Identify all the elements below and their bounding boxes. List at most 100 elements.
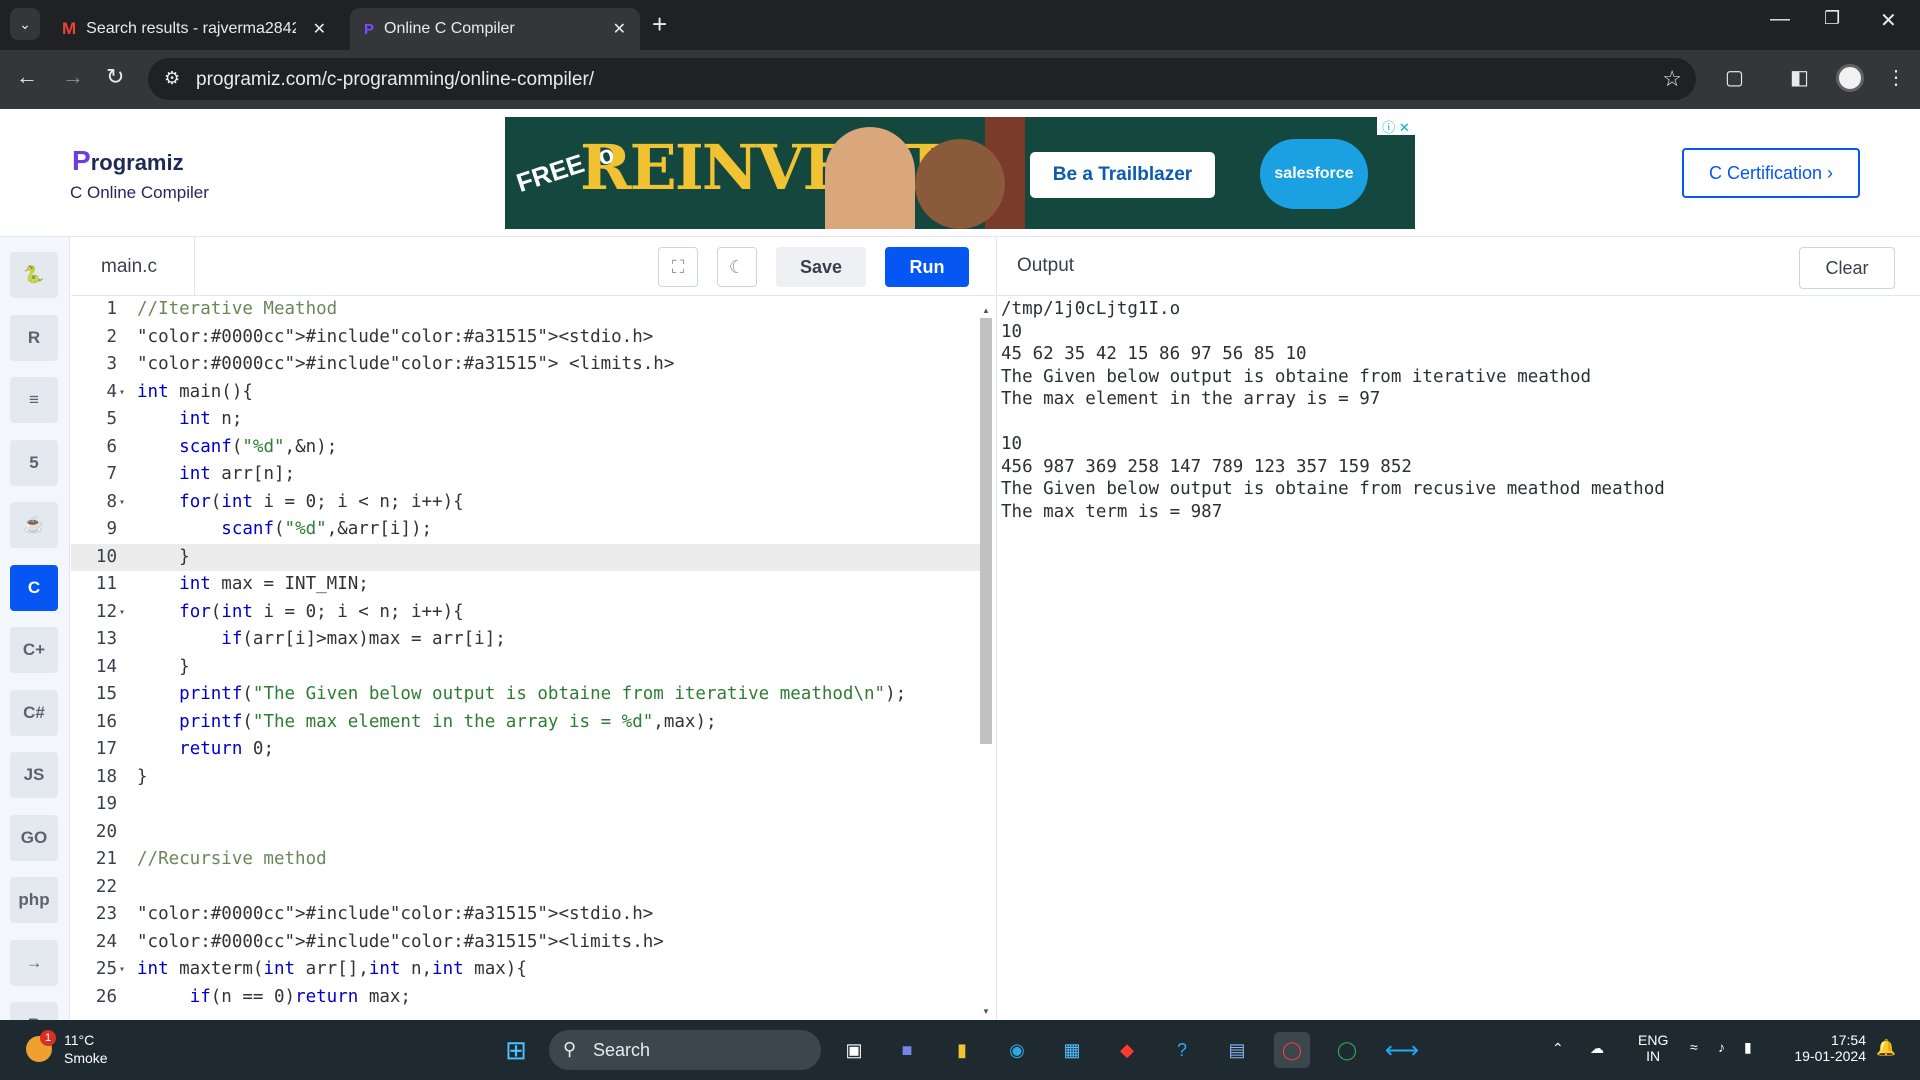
site-info-icon[interactable]: ⚙: [164, 68, 180, 89]
address-bar[interactable]: ⚙ programiz.com/c-programming/online-com…: [148, 58, 1696, 100]
close-icon[interactable]: ✕: [313, 19, 326, 39]
start-icon[interactable]: ⊞: [498, 1032, 534, 1068]
code-line[interactable]: 4 ▾ int main(){: [71, 379, 981, 407]
fold-icon[interactable]: ▾: [119, 489, 129, 517]
meet-icon[interactable]: ■: [889, 1032, 925, 1068]
c-icon[interactable]: C: [10, 564, 58, 611]
ad-cta-button[interactable]: Be a Trailblazer: [1030, 152, 1215, 198]
battery-icon[interactable]: ▮: [1744, 1039, 1752, 1056]
code-line[interactable]: 12 ▾ for(int i = 0; i < n; i++){: [71, 599, 981, 627]
programiz-logo[interactable]: Programiz: [72, 145, 184, 177]
close-icon[interactable]: ✕: [613, 19, 626, 39]
scroll-down-icon[interactable]: ▼: [982, 1007, 990, 1016]
code-line[interactable]: 2 "color:#0000cc">#include"color:#a31515"…: [71, 324, 981, 352]
extensions-icon[interactable]: ▢: [1725, 65, 1744, 90]
code-line[interactable]: 11 int max = INT_MIN;: [71, 571, 981, 599]
bookmark-star-icon[interactable]: ☆: [1662, 66, 1682, 92]
tray-chevron-icon[interactable]: ⌃: [1552, 1040, 1564, 1057]
code-line[interactable]: 26 if(n == 0)return max;: [71, 984, 981, 1012]
close-window-icon[interactable]: ✕: [1880, 8, 1897, 33]
code-line[interactable]: 8 ▾ for(int i = 0; i < n; i++){: [71, 489, 981, 517]
csharp-icon[interactable]: C#: [10, 689, 58, 736]
code-line[interactable]: 25 ▾ int maxterm(int arr[],int n,int max){: [71, 956, 981, 984]
wifi-icon[interactable]: ≈: [1690, 1039, 1698, 1055]
tab-gmail[interactable]: M Search results - rajverma28420 ✕: [50, 8, 340, 50]
go-icon[interactable]: GO: [10, 814, 58, 861]
minimize-icon[interactable]: —: [1770, 8, 1790, 31]
code-line[interactable]: 10 }: [71, 543, 981, 571]
fullscreen-icon[interactable]: ⛶: [658, 247, 698, 287]
scrollbar-thumb[interactable]: [980, 318, 992, 744]
code-line[interactable]: 1 //Iterative Meathod: [71, 296, 981, 324]
code-line[interactable]: 21 //Recursive method: [71, 846, 981, 874]
code-line[interactable]: 20: [71, 819, 981, 847]
chrome-icon[interactable]: ◯: [1274, 1032, 1310, 1068]
volume-icon[interactable]: ♪: [1718, 1039, 1725, 1055]
fold-icon[interactable]: ▾: [119, 379, 129, 407]
code-line[interactable]: 13 if(arr[i]>max)max = arr[i];: [71, 626, 981, 654]
edge-icon[interactable]: ◉: [999, 1032, 1035, 1068]
dark-mode-icon[interactable]: ☾: [717, 247, 757, 287]
help-icon[interactable]: ?: [1164, 1032, 1200, 1068]
fold-icon[interactable]: ▾: [119, 956, 129, 984]
php-icon[interactable]: php: [10, 877, 58, 923]
output-console[interactable]: /tmp/1j0cLjtg1I.o 10 45 62 35 42 15 86 97 …: [996, 296, 1920, 1020]
code-line[interactable]: 24 "color:#0000cc">#include"color:#a31515…: [71, 929, 981, 957]
code-line[interactable]: 14 }: [71, 654, 981, 682]
javascript-icon[interactable]: JS: [10, 752, 58, 798]
menu-icon[interactable]: ⋮: [1886, 65, 1906, 90]
side-panel-icon[interactable]: ◧: [1790, 65, 1809, 90]
python-icon[interactable]: 🐍: [10, 252, 58, 298]
code-line[interactable]: 9 scanf("%d",&arr[i]);: [71, 516, 981, 544]
tab-search-button[interactable]: ⌄: [10, 8, 40, 40]
code-line[interactable]: 6 scanf("%d",&n);: [71, 434, 981, 462]
code-line[interactable]: 7 int arr[n];: [71, 461, 981, 489]
profile-avatar[interactable]: [1836, 64, 1864, 92]
code-line[interactable]: 15 printf("The Given below output is obt…: [71, 681, 981, 709]
clear-button[interactable]: Clear: [1799, 247, 1895, 289]
c-certification-button[interactable]: C Certification ›: [1682, 148, 1860, 198]
app-icon-blue[interactable]: ▤: [1219, 1032, 1255, 1068]
reload-icon[interactable]: ↻: [106, 64, 124, 90]
file-tab-main-c[interactable]: main.c: [71, 237, 195, 296]
advertisement-banner[interactable]: FREE to REINVENT Be a Trailblazer salesf…: [505, 117, 1415, 229]
vscode-icon[interactable]: ⟷: [1384, 1032, 1420, 1068]
task-view-icon[interactable]: ▣: [836, 1032, 872, 1068]
code-line[interactable]: 18}: [71, 764, 981, 792]
ad-close-icon[interactable]: ⓘ ✕: [1377, 117, 1415, 135]
language-indicator[interactable]: ENG IN: [1638, 1032, 1668, 1064]
run-button[interactable]: Run: [885, 247, 969, 287]
code-editor[interactable]: 1 //Iterative Meathod 2 "color:#0000cc">#in…: [71, 296, 981, 1020]
new-tab-button[interactable]: +: [652, 10, 667, 38]
file-explorer-icon[interactable]: ▮: [944, 1032, 980, 1068]
sql-icon[interactable]: ≡: [10, 377, 58, 423]
code-line[interactable]: 17 return 0;: [71, 736, 981, 764]
back-icon[interactable]: ←: [16, 64, 38, 90]
notification-icon[interactable]: 🔔: [1876, 1038, 1896, 1058]
scroll-up-icon[interactable]: ▲: [982, 306, 990, 315]
code-line[interactable]: 22: [71, 874, 981, 902]
store-icon[interactable]: ▦: [1054, 1032, 1090, 1068]
code-line[interactable]: 16 printf("The max element in the array …: [71, 709, 981, 737]
chrome-profile-icon[interactable]: ◯: [1329, 1032, 1365, 1068]
html5-icon[interactable]: 5: [10, 439, 58, 486]
tab-online-c-compiler[interactable]: P Online C Compiler ✕: [350, 8, 640, 50]
cpp-icon[interactable]: C+: [10, 627, 58, 673]
java-icon[interactable]: ☕: [10, 502, 58, 548]
code-line[interactable]: 3 "color:#0000cc">#include"color:#a31515"…: [71, 351, 981, 379]
code-line[interactable]: 5 int n;: [71, 406, 981, 434]
taskbar-search[interactable]: ⚲ Search: [549, 1030, 821, 1070]
app-icon-red[interactable]: ◆: [1109, 1032, 1145, 1068]
editor-scrollbar[interactable]: ▲ ▼: [980, 306, 992, 1016]
swift-icon[interactable]: →: [10, 939, 58, 986]
restore-icon[interactable]: ❐: [1824, 8, 1840, 29]
code-line[interactable]: 23 "color:#0000cc">#include"color:#a31515…: [71, 901, 981, 929]
clock[interactable]: 17:54 19-01-2024: [1786, 1032, 1866, 1064]
save-button[interactable]: Save: [776, 247, 866, 287]
onedrive-icon[interactable]: ☁: [1590, 1040, 1604, 1057]
r-icon[interactable]: R: [10, 314, 58, 361]
forward-icon[interactable]: →: [62, 64, 84, 90]
code-line[interactable]: 19: [71, 791, 981, 819]
fold-icon[interactable]: ▾: [119, 599, 129, 627]
url-text[interactable]: programiz.com/c-programming/online-compi…: [196, 69, 594, 91]
